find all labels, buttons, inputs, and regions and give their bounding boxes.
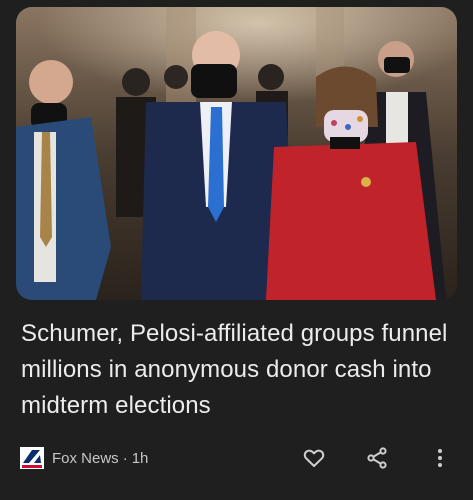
article-photo: [16, 7, 457, 300]
article-headline[interactable]: Schumer, Pelosi-affiliated groups funnel…: [21, 316, 451, 424]
fox-news-logo-icon: [20, 447, 44, 469]
more-options-button[interactable]: [425, 443, 455, 473]
article-age: 1h: [131, 449, 149, 467]
more-vert-icon: [438, 449, 442, 467]
heart-outline-icon: [303, 449, 325, 467]
like-button[interactable]: [299, 443, 329, 473]
share-button[interactable]: [362, 443, 392, 473]
share-icon: [367, 447, 387, 469]
meta-separator: ·: [122, 449, 128, 467]
article-image[interactable]: [16, 7, 457, 300]
news-card[interactable]: Schumer, Pelosi-affiliated groups funnel…: [0, 0, 473, 500]
article-meta: Fox News · 1h: [20, 443, 148, 473]
source-name[interactable]: Fox News: [52, 450, 119, 467]
